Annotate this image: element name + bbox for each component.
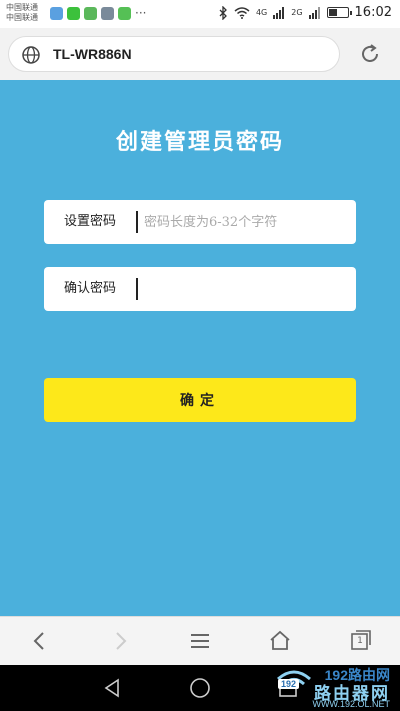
tabs-button[interactable]: 1 (348, 629, 372, 653)
confirm-password-input[interactable] (144, 273, 348, 305)
back-icon[interactable] (28, 629, 52, 653)
status-bar: 中国联通 中国联通 ··· 4G 2G 16:02 (0, 0, 400, 28)
carrier-label-2: 中国联通 (6, 13, 38, 22)
page-title: 创建管理员密码 (115, 129, 284, 155)
signal-icon (273, 6, 285, 19)
clock: 16:02 (354, 5, 392, 20)
address-bar: TL-WR886N (0, 28, 400, 80)
app-icon (101, 7, 114, 20)
home-icon[interactable] (268, 629, 292, 653)
signal-4g-label: 4G (255, 8, 268, 17)
tab-count: 1 (357, 636, 363, 646)
status-right: 4G 2G 16:02 (218, 5, 392, 20)
watermark: 192 192路由网 路由器网 WWW.192.OL.NET (276, 665, 396, 711)
nav-home-icon[interactable] (188, 676, 212, 700)
gallery-icon (50, 7, 63, 20)
wifi-icon (234, 6, 250, 19)
reload-icon[interactable] (358, 42, 382, 66)
carrier-label-1: 中国联通 (6, 3, 38, 12)
url-text: TL-WR886N (53, 46, 132, 62)
wechat-icon (67, 7, 80, 20)
url-field[interactable]: TL-WR886N (8, 36, 340, 72)
set-password-input[interactable] (144, 206, 348, 238)
field-divider (136, 278, 138, 300)
confirm-password-label: 确认密码 (63, 281, 116, 296)
watermark-line-3: WWW.192.OL.NET (312, 699, 390, 709)
set-password-field[interactable]: 设置密码 (44, 200, 356, 244)
bluetooth-icon (219, 5, 227, 20)
browser-toolbar: 1 (0, 616, 400, 665)
forward-icon[interactable] (108, 629, 132, 653)
set-password-label: 设置密码 (63, 214, 116, 229)
shield-icon (118, 7, 131, 20)
confirm-button[interactable]: 确定 (44, 378, 356, 422)
confirm-password-field[interactable]: 确认密码 (44, 267, 356, 311)
notification-icons: ··· (50, 7, 146, 20)
more-icon: ··· (135, 6, 147, 20)
page-content: 创建管理员密码 设置密码 确认密码 确定 (0, 80, 400, 616)
nav-back-icon[interactable] (100, 676, 124, 700)
app-icon (84, 7, 97, 20)
menu-icon[interactable] (188, 629, 212, 653)
signal-2g-label: 2G (291, 8, 303, 17)
signal-icon (308, 6, 320, 19)
battery-icon (326, 7, 352, 18)
watermark-badge: 192 (278, 679, 300, 689)
field-divider (136, 211, 138, 233)
globe-icon (22, 46, 40, 64)
carrier-labels: 中国联通 中国联通 (6, 3, 38, 23)
